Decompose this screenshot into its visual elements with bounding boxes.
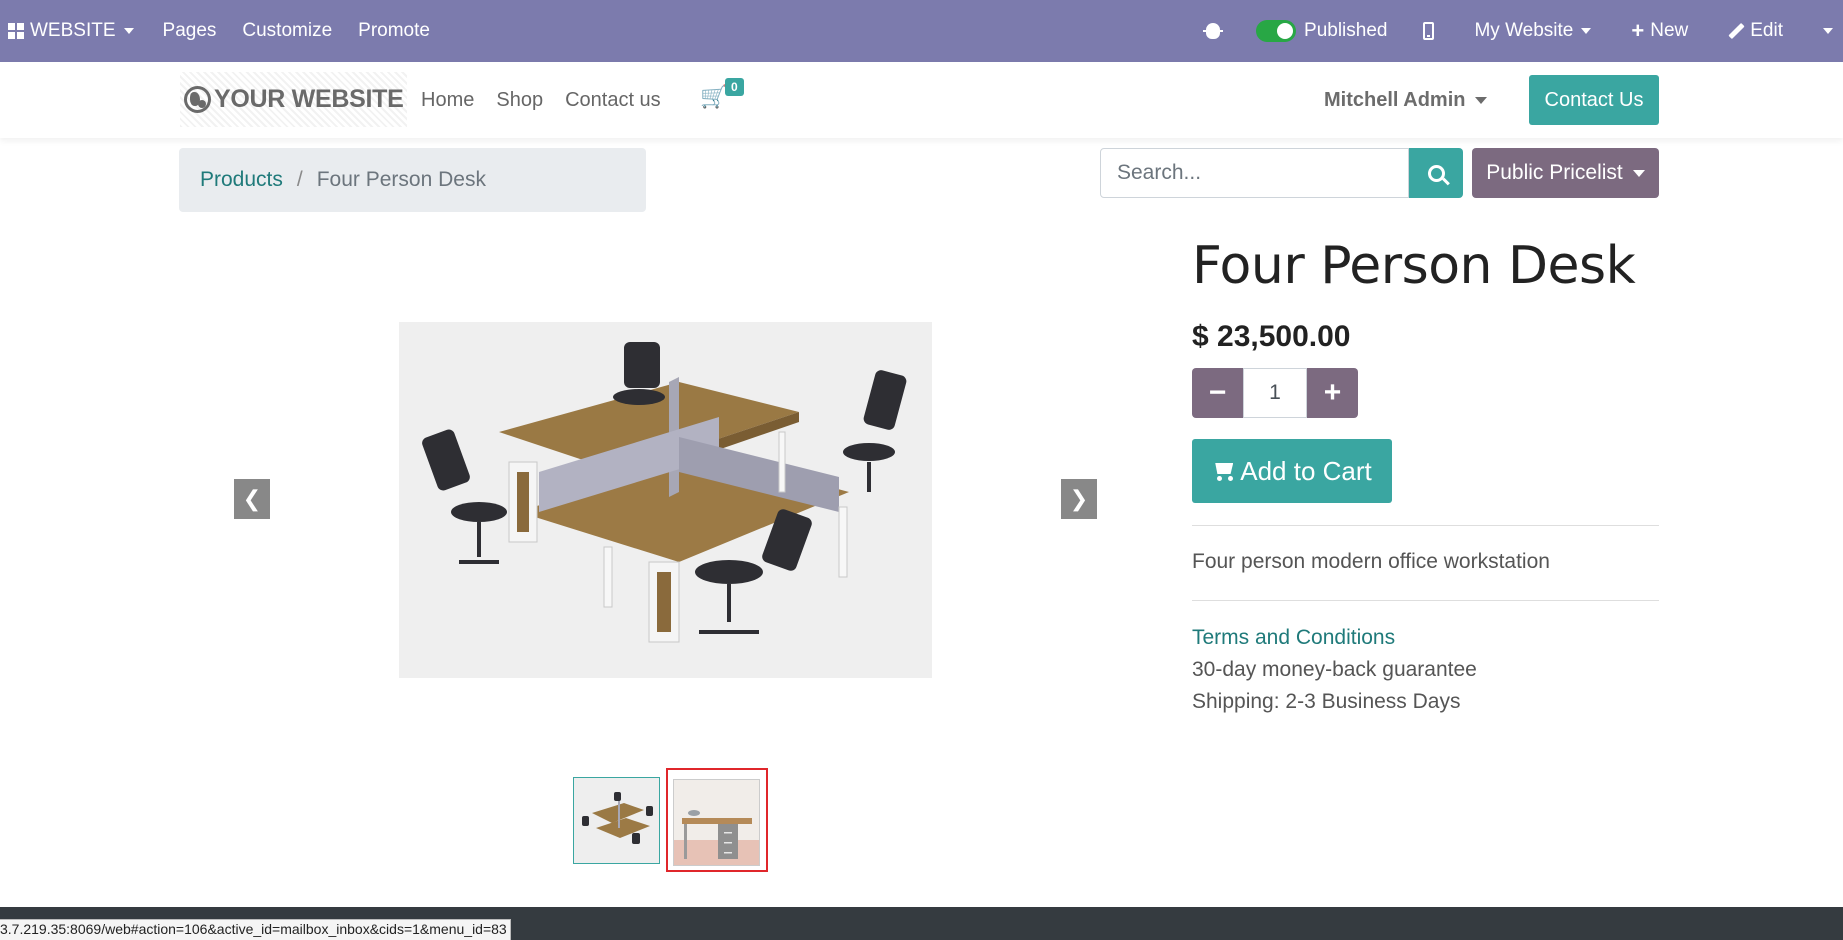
apps-grid-icon (8, 23, 24, 39)
status-bar-url: 3.7.219.35:8069/web#action=106&active_id… (0, 919, 511, 940)
bug-icon (1203, 23, 1224, 39)
search-button[interactable] (1409, 148, 1463, 198)
breadcrumb-current: Four Person Desk (316, 168, 486, 191)
website-menu-button[interactable]: WEBSITE (0, 0, 150, 62)
product-description: Four person modern office workstation (1192, 550, 1550, 573)
site-logo[interactable]: YOUR WEBSITE (180, 72, 408, 127)
divider (1192, 525, 1659, 526)
shopping-cart-icon: 🛒 (700, 84, 728, 109)
site-header: YOUR WEBSITE Home Shop Contact us 🛒 0 Mi… (0, 62, 1843, 138)
edit-button[interactable]: Edit (1708, 0, 1803, 62)
quantity-input[interactable] (1243, 368, 1307, 418)
pricelist-dropdown[interactable]: Public Pricelist (1472, 148, 1659, 198)
main-navigation: Home Shop Contact us (410, 62, 672, 138)
caret-down-icon (1632, 169, 1645, 177)
mobile-preview-button[interactable] (1403, 0, 1454, 62)
cart-count-badge: 0 (725, 78, 744, 96)
search-icon (1427, 164, 1445, 182)
caret-down-icon (1823, 28, 1833, 34)
pencil-icon (1728, 23, 1744, 39)
terms-and-conditions-link[interactable]: Terms and Conditions (1192, 626, 1395, 650)
minus-icon: − (1208, 376, 1227, 409)
logo-text: YOUR WEBSITE (214, 85, 404, 113)
chevron-left-icon: ❮ (242, 486, 262, 511)
desk-thumbnail-image (574, 778, 659, 863)
shipping-text: Shipping: 2-3 Business Days (1192, 690, 1461, 713)
breadcrumb-separator: / (296, 168, 303, 191)
desk-illustration (399, 322, 932, 678)
nav-home[interactable]: Home (410, 89, 485, 112)
published-label: Published (1304, 20, 1388, 41)
product-main-image (399, 322, 932, 678)
single-desk-thumbnail-image (674, 780, 759, 865)
edit-dropdown-toggle[interactable] (1803, 0, 1843, 62)
caret-down-icon (1475, 96, 1488, 104)
new-button[interactable]: + New (1611, 0, 1708, 62)
debug-button[interactable] (1186, 0, 1240, 62)
promote-menu[interactable]: Promote (345, 0, 443, 62)
nav-contact-us[interactable]: Contact us (554, 89, 672, 112)
breadcrumb-products-link[interactable]: Products (200, 168, 283, 192)
divider (1192, 600, 1659, 601)
publish-toggle[interactable]: Published (1240, 0, 1403, 62)
user-menu-dropdown[interactable]: Mitchell Admin (1324, 62, 1488, 138)
website-menu-label: WEBSITE (30, 20, 116, 41)
product-thumbnail-2 (673, 779, 760, 866)
product-title: Four Person Desk (1192, 236, 1636, 296)
carousel-prev-button[interactable]: ❮ (234, 479, 270, 519)
new-label: New (1650, 20, 1689, 41)
add-to-cart-button[interactable]: Add to Cart (1192, 439, 1392, 503)
pages-menu[interactable]: Pages (150, 0, 230, 62)
plus-icon: + (1631, 18, 1645, 43)
caret-down-icon (1581, 28, 1592, 34)
edit-label: Edit (1750, 20, 1783, 41)
my-website-label: My Website (1474, 20, 1574, 41)
quantity-increase-button[interactable]: + (1307, 368, 1358, 418)
product-price: $ 23,500.00 (1192, 320, 1351, 353)
nav-shop[interactable]: Shop (485, 89, 554, 112)
breadcrumb: Products / Four Person Desk (179, 148, 646, 212)
product-thumbnail-1[interactable] (573, 777, 660, 864)
plus-icon: + (1323, 376, 1342, 409)
carousel-next-button[interactable]: ❯ (1061, 479, 1097, 519)
mobile-phone-icon (1423, 22, 1435, 40)
globe-icon (184, 86, 211, 113)
cart-link[interactable]: 🛒 0 (700, 78, 744, 109)
customize-menu[interactable]: Customize (229, 0, 345, 62)
shopping-cart-icon (1212, 460, 1236, 482)
quantity-decrease-button[interactable]: − (1192, 368, 1243, 418)
pricelist-label: Public Pricelist (1486, 161, 1623, 184)
user-name: Mitchell Admin (1324, 88, 1466, 111)
chevron-right-icon: ❯ (1069, 486, 1089, 511)
website-admin-bar: WEBSITE Pages Customize Promote Publishe… (0, 0, 1843, 62)
search-input[interactable] (1100, 148, 1409, 198)
guarantee-text: 30-day money-back guarantee (1192, 658, 1477, 681)
product-thumbnail-2-selected[interactable] (666, 768, 768, 872)
toggle-switch-icon (1256, 20, 1297, 42)
quantity-stepper: − + (1192, 368, 1358, 418)
contact-us-button[interactable]: Contact Us (1529, 75, 1659, 125)
my-website-dropdown[interactable]: My Website (1454, 0, 1611, 62)
add-to-cart-label: Add to Cart (1240, 455, 1372, 486)
caret-down-icon (123, 28, 134, 34)
